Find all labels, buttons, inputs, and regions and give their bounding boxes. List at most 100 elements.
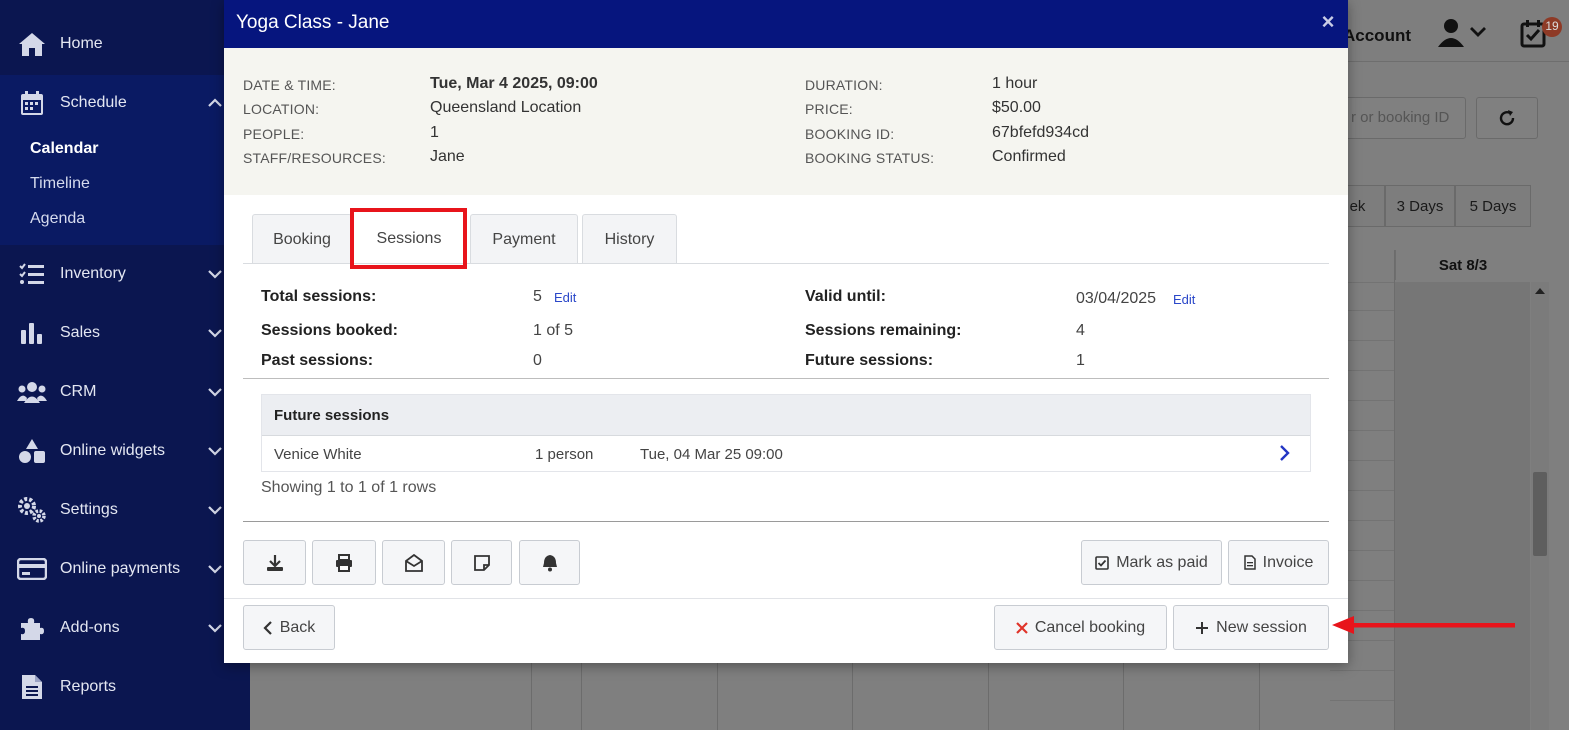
print-button[interactable] [312, 540, 376, 585]
back-label: Back [279, 618, 316, 636]
account-label[interactable]: Account [1343, 26, 1411, 46]
sidebar-sub-agenda[interactable]: Agenda [30, 210, 85, 228]
view-3days-button[interactable]: 3 Days [1385, 185, 1455, 227]
checkbox-icon [1095, 555, 1110, 570]
download-button[interactable] [243, 540, 306, 585]
valid-until-value: 03/04/2025 [1076, 290, 1157, 307]
email-button[interactable] [382, 540, 445, 585]
invoice-label: Invoice [1262, 553, 1314, 571]
bar-chart-icon [17, 318, 47, 348]
file-icon [1243, 555, 1256, 570]
booking-id-label: BOOKING ID: [805, 126, 895, 142]
people-label: PEOPLE: [243, 126, 305, 142]
plus-icon [1196, 621, 1209, 634]
sessions-remaining-label: Sessions remaining: [805, 322, 962, 339]
table-heading: Future sessions [274, 407, 390, 424]
sidebar-item-label: Add-ons [60, 619, 120, 636]
close-icon [1016, 621, 1028, 634]
view-5days-button[interactable]: 5 Days [1455, 185, 1531, 227]
home-icon [17, 29, 47, 59]
chevron-right-icon[interactable] [1276, 443, 1292, 463]
price-value: $50.00 [992, 99, 1041, 116]
booking-status-label: BOOKING STATUS: [805, 150, 935, 166]
note-icon [473, 554, 490, 571]
tab-booking[interactable]: Booking [252, 214, 352, 264]
future-sessions-label: Future sessions: [805, 352, 934, 369]
sidebar-item-sales[interactable]: Sales [0, 313, 250, 353]
notification-count: 19 [1545, 19, 1559, 33]
session-customer: Venice White [274, 446, 362, 463]
chevron-left-icon [263, 620, 272, 635]
date-time-label: DATE & TIME: [243, 77, 336, 93]
refresh-button[interactable] [1476, 97, 1538, 139]
footer-divider [224, 598, 1348, 599]
location-value: Queensland Location [430, 99, 582, 116]
chevron-down-icon [208, 388, 222, 397]
divider [243, 521, 1329, 522]
future-sessions-value: 1 [1076, 352, 1085, 369]
past-sessions-label: Past sessions: [261, 352, 374, 369]
sidebar-sub-timeline[interactable]: Timeline [30, 175, 90, 193]
edit-valid-until-link[interactable]: Edit [1173, 292, 1195, 307]
mark-as-paid-button[interactable]: Mark as paid [1081, 540, 1222, 585]
cancel-booking-button[interactable]: Cancel booking [994, 605, 1167, 650]
scroll-up-icon[interactable] [1534, 286, 1546, 296]
session-datetime: Tue, 04 Mar 25 09:00 [640, 446, 783, 463]
sidebar-item-online-payments[interactable]: Online payments [0, 549, 250, 589]
close-icon[interactable]: × [1316, 10, 1340, 34]
sidebar-sub-calendar[interactable]: Calendar [30, 140, 98, 158]
staff-label: STAFF/RESOURCES: [243, 150, 386, 166]
calendar-icon [17, 88, 47, 118]
user-menu-icon[interactable] [1438, 18, 1490, 48]
sessions-remaining-value: 4 [1076, 322, 1085, 339]
mark-as-paid-label: Mark as paid [1116, 553, 1208, 571]
sidebar-item-label: Inventory [60, 265, 126, 282]
chevron-down-icon [208, 329, 222, 338]
chevron-down-icon [208, 565, 222, 574]
list-icon [17, 259, 47, 289]
valid-until-label: Valid until: [805, 288, 886, 305]
chevron-down-icon [208, 624, 222, 633]
reminder-button[interactable] [519, 540, 580, 585]
gears-icon [17, 495, 47, 525]
sidebar-item-online-widgets[interactable]: Online widgets [0, 431, 250, 471]
new-session-button[interactable]: New session [1173, 605, 1329, 650]
sidebar-item-label: Settings [60, 501, 118, 518]
sidebar-item-reports[interactable]: Reports [0, 667, 250, 707]
booking-id-value: 67bfefd934cd [992, 124, 1089, 141]
tab-history[interactable]: History [582, 214, 677, 264]
sidebar-item-label: Schedule [60, 94, 127, 111]
modal-header: Yoga Class - Jane × [224, 0, 1348, 48]
sidebar-item-add-ons[interactable]: Add-ons [0, 608, 250, 648]
sessions-booked-label: Sessions booked: [261, 322, 398, 339]
session-people: 1 person [535, 446, 594, 463]
sidebar-item-home[interactable]: Home [0, 24, 250, 64]
past-sessions-value: 0 [533, 352, 542, 369]
sidebar-item-label: Online widgets [60, 442, 165, 459]
edit-total-sessions-link[interactable]: Edit [554, 290, 576, 305]
note-button[interactable] [451, 540, 512, 585]
sidebar-item-label: Sales [60, 324, 101, 341]
booking-summary [224, 48, 1348, 195]
duration-label: DURATION: [805, 77, 883, 93]
tab-payment[interactable]: Payment [470, 214, 578, 264]
invoice-button[interactable]: Invoice [1228, 540, 1329, 585]
scrollbar-thumb[interactable] [1533, 472, 1547, 556]
sidebar-item-schedule[interactable]: Schedule [0, 83, 250, 123]
refresh-icon [1499, 110, 1515, 126]
sidebar-item-crm[interactable]: CRM [0, 372, 250, 412]
chevron-down-icon [208, 506, 222, 515]
table-header: Future sessions [262, 395, 1310, 436]
pagination-info: Showing 1 to 1 of 1 rows [261, 479, 437, 496]
sidebar-item-settings[interactable]: Settings [0, 490, 250, 530]
sidebar-item-label: Home [60, 35, 103, 52]
sidebar: Home Schedule Calendar Timeline Agenda I… [0, 0, 250, 730]
back-button[interactable]: Back [243, 605, 335, 650]
total-sessions-label: Total sessions: [261, 288, 377, 305]
sidebar-item-label: Reports [60, 678, 117, 695]
sidebar-item-inventory[interactable]: Inventory [0, 254, 250, 294]
puzzle-icon [17, 613, 47, 643]
bell-icon [542, 554, 557, 571]
sidebar-item-label: CRM [60, 383, 97, 400]
duration-value: 1 hour [992, 75, 1038, 92]
